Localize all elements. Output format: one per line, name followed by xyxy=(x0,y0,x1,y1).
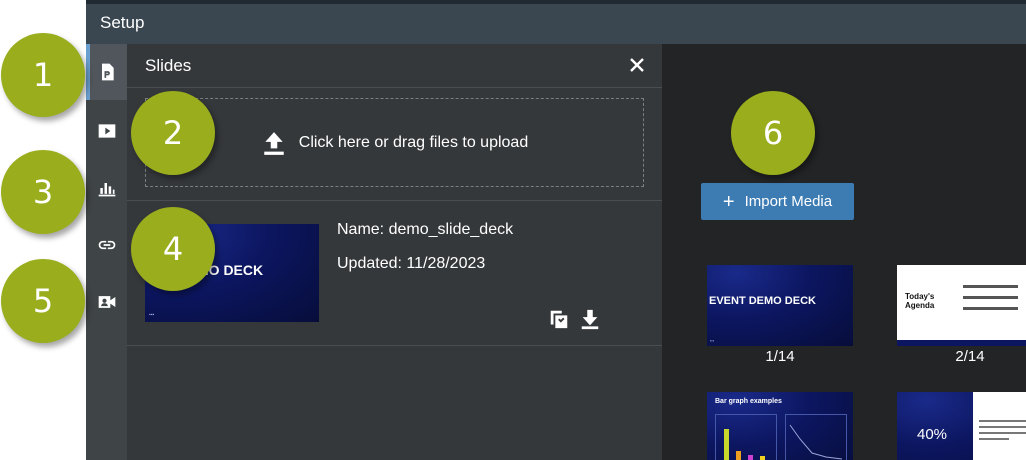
slide-1-title: EVENT DEMO DECK xyxy=(709,295,816,307)
slide-4-text-panel xyxy=(973,392,1026,460)
setup-window: Setup Slides Click here or drag files to… xyxy=(86,0,1026,460)
window-title: Setup xyxy=(100,13,145,32)
slide-3-bar xyxy=(724,429,729,460)
deck-updated: Updated: 11/28/2023 xyxy=(337,255,486,272)
title-bar: Setup xyxy=(86,0,1026,44)
slide-3-bar xyxy=(760,456,765,460)
import-media-button[interactable]: + Import Media xyxy=(701,183,854,220)
callout-badge-2: 2 xyxy=(131,91,215,175)
plus-icon: + xyxy=(722,190,735,213)
slide-label-2: 2/14 xyxy=(955,348,985,365)
deck-name: Name: demo_slide_deck xyxy=(337,221,514,238)
deck-thumbnail-footer: ▪▪▪ xyxy=(149,312,155,318)
slide-2-line xyxy=(963,296,1018,299)
callout-badge-3: 3 xyxy=(1,150,85,234)
link-icon xyxy=(98,240,115,250)
download-deck-button[interactable] xyxy=(579,308,601,330)
slide-2-title: Today's Agenda xyxy=(905,292,935,310)
download-icon xyxy=(581,309,599,330)
play-video-icon xyxy=(98,124,115,138)
panel-header: Slides xyxy=(127,44,662,88)
slide-4-line xyxy=(979,432,1026,434)
slide-label-1: 1/14 xyxy=(765,348,795,365)
callout-badge-6: 6 xyxy=(731,91,815,175)
slide-2-line xyxy=(963,285,1018,288)
slide-3-bar xyxy=(736,451,741,460)
rail-item-video[interactable] xyxy=(86,103,127,159)
slide-2-line xyxy=(963,307,1018,310)
slide-3-line-chart xyxy=(785,414,847,460)
slide-3-title: Bar graph examples xyxy=(715,398,782,405)
callout-badge-4: 4 xyxy=(131,207,215,291)
slide-thumbnail-2[interactable]: Today's Agenda xyxy=(897,265,1026,346)
presentation-icon xyxy=(101,63,114,81)
copy-icon xyxy=(550,310,568,329)
rail-item-camera[interactable] xyxy=(86,274,127,330)
upload-icon xyxy=(264,131,284,155)
slide-4-line xyxy=(979,420,1026,422)
media-area: + Import Media EVENT DEMO DECK ▪▪▪ 1/14 … xyxy=(662,44,1026,460)
rail-item-slides[interactable] xyxy=(86,44,127,100)
rail-item-polls[interactable] xyxy=(86,160,127,216)
slide-3-bar-chart xyxy=(715,414,777,460)
upload-text: Click here or drag files to upload xyxy=(298,133,529,151)
slide-3-bar xyxy=(748,455,753,460)
slide-thumbnail-3[interactable]: Bar graph examples xyxy=(707,392,853,460)
panel-title: Slides xyxy=(145,56,192,75)
slide-1-footer: ▪▪▪ xyxy=(710,338,715,343)
close-button[interactable] xyxy=(628,56,646,74)
icon-rail xyxy=(86,44,127,460)
callout-badge-1: 1 xyxy=(1,33,85,117)
slide-4-line xyxy=(979,426,1026,428)
slide-4-title: 40% xyxy=(917,426,948,443)
slide-thumbnail-4[interactable]: 40% xyxy=(897,392,1026,460)
upload-dropzone[interactable]: Click here or drag files to upload xyxy=(145,98,644,187)
bar-chart-icon xyxy=(98,183,115,197)
slide-thumbnail-1[interactable]: EVENT DEMO DECK ▪▪▪ xyxy=(707,265,853,346)
callout-badge-5: 5 xyxy=(1,259,85,343)
slide-2-footer xyxy=(897,340,1026,346)
close-icon xyxy=(630,58,644,72)
slide-4-line xyxy=(979,438,1009,440)
slide-3-line xyxy=(789,424,843,460)
rail-item-links[interactable] xyxy=(86,217,127,273)
copy-deck-button[interactable] xyxy=(548,308,570,330)
video-camera-icon xyxy=(98,296,115,308)
import-media-label: Import Media xyxy=(744,193,833,210)
